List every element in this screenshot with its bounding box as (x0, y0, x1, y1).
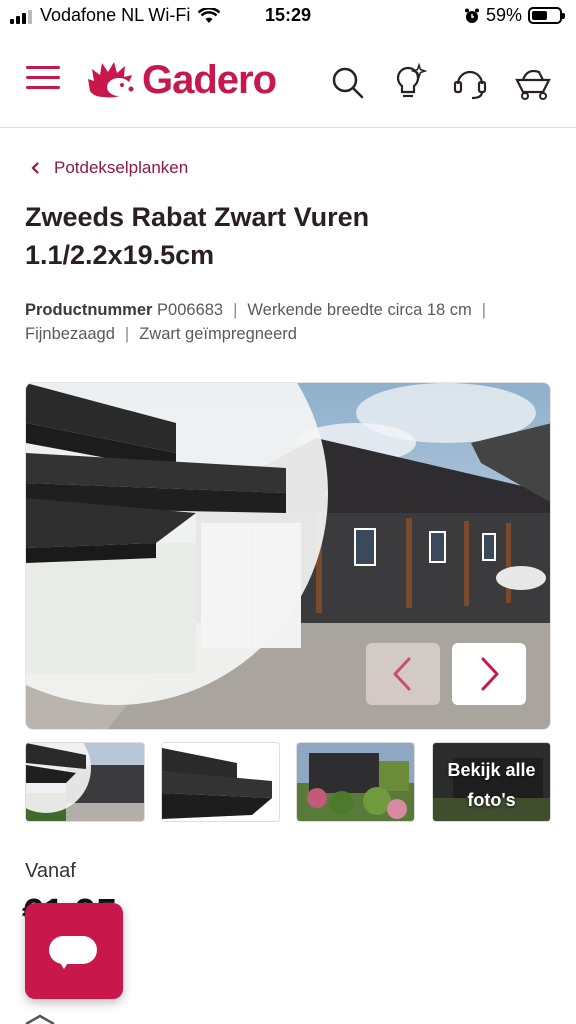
spec-treatment: Zwart geïmpregneerd (139, 325, 297, 343)
thumbnail-1-image (26, 743, 144, 821)
chevron-left-icon (31, 162, 39, 174)
thumbnail-3-image (297, 743, 414, 821)
chevron-right-icon (481, 657, 499, 691)
battery-icon (528, 7, 565, 24)
product-specs: Productnummer P006683 | Werkende breedte c… (25, 298, 555, 346)
alarm-icon (464, 8, 479, 23)
chat-bubble-icon (49, 936, 97, 964)
spec-working-width: Werkende breedte circa 18 cm (247, 301, 472, 319)
chevron-left-icon (393, 657, 411, 691)
spec-separator: | (124, 325, 130, 343)
chat-bubble-tail (59, 961, 69, 969)
view-all-photos-line2: foto's (467, 790, 516, 810)
spec-separator: | (233, 301, 238, 319)
product-title: Zweeds Rabat Zwart Vuren 1.1/2.2x19.5cm (25, 198, 545, 274)
chat-button[interactable] (25, 903, 123, 999)
thumbnail-2-image (162, 743, 279, 821)
spec-separator: | (481, 301, 487, 319)
view-all-photos-line1: Bekijk alle (447, 760, 536, 780)
thumbnail-3[interactable] (296, 742, 415, 822)
gallery-next-button[interactable] (452, 643, 526, 705)
battery-percentage: 59% (485, 5, 522, 25)
product-title-line1: Zweeds Rabat Zwart Vuren (25, 202, 370, 232)
status-bar: Vodafone NL Wi-Fi 15:29 59% (0, 0, 576, 34)
breadcrumb-label: Potdekselplanken (54, 158, 189, 177)
view-all-photos-label: Bekijk alle foto's (433, 755, 550, 815)
search-icon[interactable] (328, 62, 368, 102)
menu-icon[interactable] (26, 66, 60, 92)
cart-icon[interactable] (513, 62, 553, 102)
breadcrumb-back-link[interactable]: Potdekselplanken (30, 158, 188, 178)
brand-name: Gadero (142, 58, 277, 102)
product-title-line2: 1.1/2.2x19.5cm (25, 240, 215, 270)
price-from-label: Vanaf (25, 860, 76, 882)
site-header: Gadero (0, 34, 576, 128)
gadero-logo[interactable]: Gadero (86, 58, 277, 103)
product-number: P006683 (157, 301, 224, 319)
thumbnail-2[interactable] (161, 742, 280, 822)
product-number-label: Productnummer (25, 301, 153, 319)
chevron-up-icon[interactable] (20, 1012, 60, 1024)
view-all-photos-thumbnail[interactable]: Bekijk alle foto's (432, 742, 551, 822)
battery-fill (532, 11, 548, 20)
customer-service-icon[interactable] (450, 62, 490, 102)
spec-finish: Fijnbezaagd (25, 325, 115, 343)
hedgehog-logo-icon (88, 61, 134, 97)
thumbnail-1[interactable] (25, 742, 145, 822)
gallery-prev-button[interactable] (366, 643, 440, 705)
ideas-icon[interactable] (388, 62, 428, 102)
